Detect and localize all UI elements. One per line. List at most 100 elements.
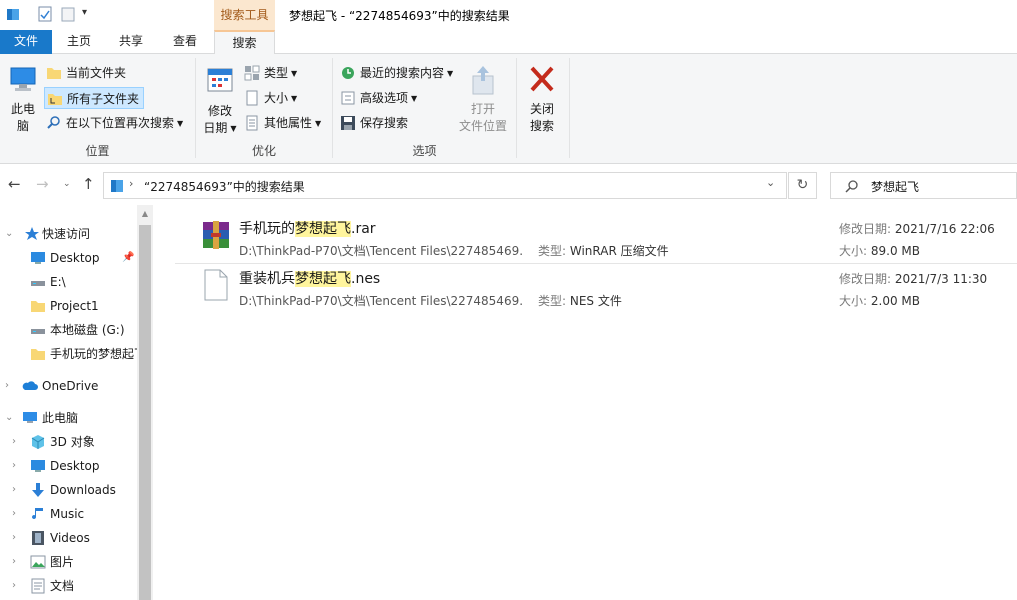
navigation-pane: ⌄ 快速访问 Desktop 📌 E:\ Project1 本地磁盘 (G:) … [0,205,153,600]
tab-share[interactable]: 共享 [108,30,154,54]
tab-file[interactable]: 文件 [0,30,52,54]
scroll-up-icon[interactable]: ▲ [137,209,153,218]
picture-icon [30,555,46,569]
chevron-down-icon: ▼ [177,119,184,128]
nav-item-music[interactable]: › Music [0,502,137,526]
save-icon [341,116,355,130]
advanced-options-label: 高级选项 [360,91,409,105]
chevron-down-icon: ▼ [315,119,322,128]
chevron-down-icon: ▼ [447,69,454,78]
advanced-options-button[interactable]: 高级选项 ▼ [338,87,417,109]
nav-item-pictures[interactable]: › 图片 [0,550,137,574]
customize-qat-icon[interactable]: ▾ [82,7,87,18]
nav-quick-access[interactable]: ⌄ 快速访问 [0,222,137,246]
download-arrow-icon [32,483,44,497]
tab-search[interactable]: 搜索 [214,30,275,56]
search-input[interactable]: 梦想起飞 [871,178,919,195]
nav-item-e-drive[interactable]: E:\ [0,270,137,294]
save-search-label: 保存搜索 [360,116,409,130]
chevron-right-icon[interactable]: › [129,177,133,190]
tab-home[interactable]: 主页 [56,30,102,54]
nav-item-pc-desktop[interactable]: › Desktop [0,454,137,478]
this-pc-label-1: 此电 [10,102,35,116]
chevron-down-icon[interactable]: ⌄ [5,406,13,430]
nav-onedrive[interactable]: › OneDrive [0,374,137,398]
pin-icon[interactable]: 📌 [122,246,134,270]
cloud-icon [22,381,38,390]
chevron-right-icon[interactable]: › [12,430,16,454]
subfolders-icon [48,94,62,105]
chevron-right-icon[interactable]: › [5,374,9,398]
properties-icon[interactable] [38,6,52,22]
nav-item-documents[interactable]: › 文档 [0,574,137,598]
search-again-button[interactable]: 在以下位置再次搜索 ▼ [44,112,183,134]
chevron-down-icon[interactable]: ⌄ [766,176,775,189]
chevron-right-icon[interactable]: › [12,526,16,550]
nav-item-videos[interactable]: › Videos [0,526,137,550]
new-folder-icon[interactable] [61,6,75,22]
close-icon [530,66,554,92]
recent-searches-button[interactable]: 最近的搜索内容 ▼ [338,62,453,84]
search-results-list: 手机玩的梦想起飞.rar D:\ThinkPad-P70\文档\Tencent … [153,205,1017,600]
desktop-icon [31,460,45,472]
save-search-button[interactable]: 保存搜索 [338,112,408,134]
nav-item-local-disk-g[interactable]: 本地磁盘 (G:) [0,318,137,342]
open-location-label-1: 打开 [470,102,495,116]
chevron-right-icon[interactable]: › [12,502,16,526]
chevron-right-icon[interactable]: › [12,574,16,598]
scrollbar-thumb[interactable] [139,225,151,600]
nav-item-3d-objects[interactable]: › 3D 对象 [0,430,137,454]
nav-item-dream-folder[interactable]: 手机玩的梦想起飞 [0,342,137,366]
chevron-right-icon[interactable]: › [12,454,16,478]
chevron-down-icon[interactable]: ⌄ [5,222,13,246]
current-folder-button[interactable]: 当前文件夹 [44,62,126,84]
result-name[interactable]: 手机玩的梦想起飞.rar [239,218,376,238]
nav-item-label: Music [50,507,85,521]
search-again-label: 在以下位置再次搜索 [66,116,175,130]
kind-icon [244,65,260,81]
nav-item-project1[interactable]: Project1 [0,294,137,318]
folder-icon [47,68,61,79]
this-pc-button[interactable]: 此电 脑 [5,66,41,135]
search-term-highlight: 梦想起飞 [295,271,351,287]
forward-button[interactable]: → [36,175,49,193]
nav-quick-access-label: 快速访问 [42,227,91,241]
nav-item-label: Desktop [50,251,100,265]
refresh-button[interactable]: ↻ [788,172,817,199]
generic-file-icon [204,269,228,301]
up-button[interactable]: ↑ [82,175,95,193]
close-search-button[interactable]: 关闭 搜索 [522,64,562,135]
address-bar-row: ← → ⌄ ↑ › “2274854693”中的搜索结果 ⌄ ↻ 梦想起飞 [0,165,1017,205]
date-modified-button[interactable]: 修改 日期 ▼ [200,66,240,137]
nav-item-desktop[interactable]: Desktop 📌 [0,246,137,270]
nav-item-label: E:\ [50,275,66,289]
cube-icon [31,435,45,449]
tab-view[interactable]: 查看 [162,30,208,54]
result-item[interactable]: 手机玩的梦想起飞.rar D:\ThinkPad-P70\文档\Tencent … [175,215,1017,263]
chevron-right-icon[interactable]: › [12,550,16,574]
nav-this-pc[interactable]: ⌄ 此电脑 [0,406,137,430]
result-name[interactable]: 重装机兵梦想起飞.nes [239,268,380,288]
ribbon: 此电 脑 当前文件夹 所有子文件夹 在以下位置再次搜索 ▼ 位置 修改 日期 ▼ 类… [0,54,1017,164]
size-button[interactable]: 大小 ▼ [242,87,297,109]
all-subfolders-button[interactable]: 所有子文件夹 [44,87,145,109]
recent-locations-icon[interactable]: ⌄ [63,179,71,189]
result-size: 大小: 89.0 MB [839,244,920,258]
back-button[interactable]: ← [8,175,21,193]
drive-icon [31,281,45,286]
nav-item-downloads[interactable]: › Downloads [0,478,137,502]
search-tools-context-tab: 搜索工具 [214,0,275,30]
recent-searches-icon [342,67,354,79]
result-item[interactable]: 重装机兵梦想起飞.nes D:\ThinkPad-P70\文档\Tencent … [175,265,1017,313]
chevron-right-icon[interactable]: › [12,478,16,502]
open-file-location-button[interactable]: 打开 文件位置 [456,64,510,135]
film-icon [32,531,44,545]
chevron-down-icon: ▼ [291,94,298,103]
kind-button[interactable]: 类型 ▼ [242,62,297,84]
result-size: 大小: 2.00 MB [839,294,920,308]
other-properties-button[interactable]: 其他属性 ▼ [242,112,321,134]
search-results-icon [111,180,123,192]
computer-icon [23,412,37,423]
address-bar[interactable]: › “2274854693”中的搜索结果 ⌄ [103,172,787,199]
search-box[interactable]: 梦想起飞 [830,172,1017,199]
